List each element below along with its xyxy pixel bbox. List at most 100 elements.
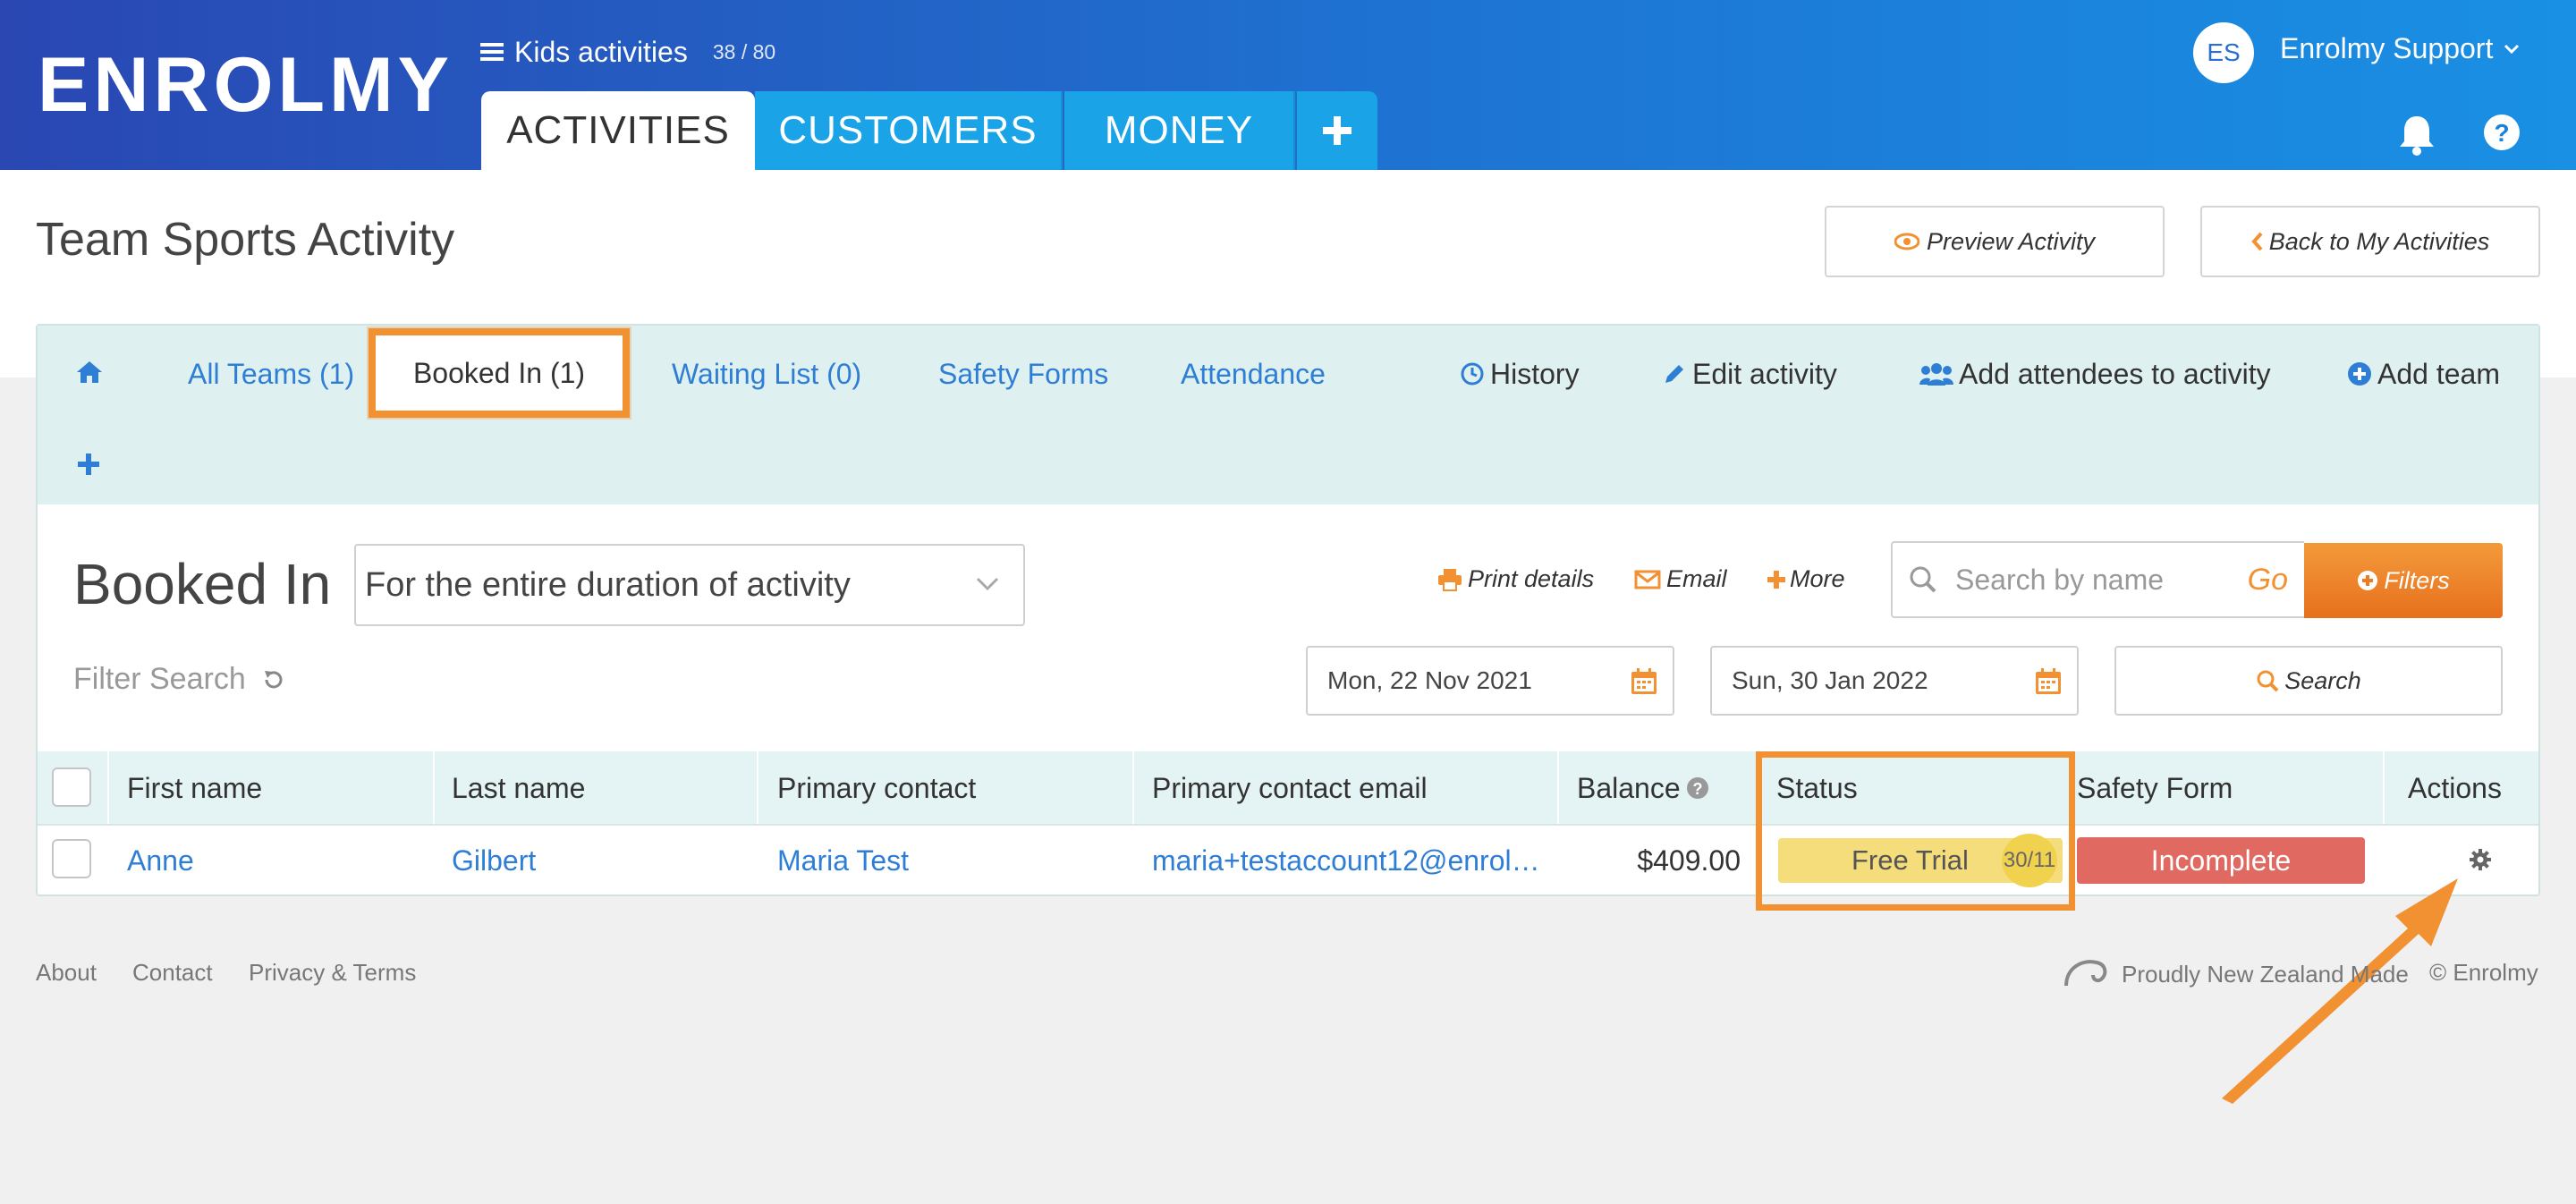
more-link[interactable]: More bbox=[1767, 565, 1845, 593]
column-divider bbox=[1132, 751, 1134, 825]
duration-selected-value: For the entire duration of activity bbox=[365, 565, 851, 604]
help-icon[interactable]: ? bbox=[2483, 114, 2521, 151]
user-name: Enrolmy Support bbox=[2280, 32, 2494, 64]
date-to-input[interactable]: Sun, 30 Jan 2022 bbox=[1710, 646, 2079, 716]
subnav-history[interactable]: History bbox=[1460, 356, 1580, 392]
help-icon[interactable]: ? bbox=[1686, 776, 1709, 800]
chevron-down-icon bbox=[976, 577, 999, 591]
enrolmy-logo[interactable]: ENROLMY bbox=[38, 47, 453, 123]
column-divider bbox=[433, 751, 435, 825]
users-icon bbox=[1919, 363, 1953, 386]
column-divider bbox=[2383, 751, 2385, 825]
eye-icon bbox=[1894, 233, 1919, 250]
subnav-add-button[interactable] bbox=[77, 453, 100, 476]
search-button[interactable]: Search bbox=[2114, 646, 2503, 716]
back-to-activities-button[interactable]: Back to My Activities bbox=[2200, 206, 2540, 277]
svg-text:?: ? bbox=[1692, 780, 1702, 798]
filters-label: Filters bbox=[2384, 566, 2450, 594]
footer-copyright: © Enrolmy bbox=[2429, 959, 2538, 986]
avatar[interactable]: ES bbox=[2193, 22, 2254, 83]
filters-button[interactable]: Filters bbox=[2304, 543, 2503, 618]
calendar-icon[interactable] bbox=[2034, 667, 2063, 696]
filter-search[interactable]: Filter Search bbox=[73, 662, 285, 697]
chevron-left-icon bbox=[2251, 232, 2263, 251]
column-header-last-name[interactable]: Last name bbox=[452, 751, 585, 825]
duration-select[interactable]: For the entire duration of activity bbox=[354, 544, 1025, 626]
subnav-safety-forms[interactable]: Safety Forms bbox=[938, 356, 1108, 392]
balance-value: $409.00 bbox=[1637, 844, 1741, 877]
subnav-edit-activity[interactable]: Edit activity bbox=[1662, 356, 1837, 392]
subnav-all-teams[interactable]: All Teams (1) bbox=[188, 356, 354, 392]
plus-icon bbox=[1767, 570, 1785, 589]
back-to-activities-label: Back to My Activities bbox=[2268, 227, 2490, 255]
footer-about-link[interactable]: About bbox=[36, 959, 97, 987]
home-icon[interactable] bbox=[75, 360, 104, 385]
subnav-attendance[interactable]: Attendance bbox=[1181, 356, 1326, 392]
status-column-highlight bbox=[1756, 751, 2075, 911]
primary-contact-link[interactable]: Maria Test bbox=[777, 841, 909, 880]
section-title: Booked In bbox=[73, 552, 332, 616]
balance-header-label: Balance bbox=[1577, 771, 1681, 804]
last-name-link[interactable]: Gilbert bbox=[452, 841, 536, 880]
svg-text:?: ? bbox=[2494, 119, 2509, 147]
plus-icon bbox=[1323, 116, 1352, 145]
calendar-icon[interactable] bbox=[1630, 667, 1658, 696]
account-switcher[interactable]: Kids activities 38 / 80 bbox=[480, 34, 775, 70]
column-header-safety-form[interactable]: Safety Form bbox=[2077, 751, 2233, 825]
subnav-waiting-list[interactable]: Waiting List (0) bbox=[672, 356, 861, 392]
preview-activity-label: Preview Activity bbox=[1926, 227, 2096, 255]
search-placeholder: Search by name bbox=[1955, 563, 2165, 596]
row-checkbox[interactable] bbox=[52, 839, 91, 878]
primary-contact-email-link[interactable]: maria+testaccount12@enrol… bbox=[1152, 841, 1540, 880]
envelope-icon bbox=[1634, 570, 1661, 589]
footer-contact-link[interactable]: Contact bbox=[132, 959, 213, 987]
clock-icon bbox=[1461, 362, 1484, 386]
column-header-primary-contact[interactable]: Primary contact bbox=[777, 751, 976, 825]
reset-icon[interactable] bbox=[262, 668, 285, 691]
add-tab-button[interactable] bbox=[1297, 91, 1377, 170]
plus-circle-icon bbox=[2358, 571, 2378, 590]
go-button[interactable]: Go bbox=[2248, 563, 2288, 598]
preview-activity-button[interactable]: Preview Activity bbox=[1825, 206, 2165, 277]
date-from-value: Mon, 22 Nov 2021 bbox=[1327, 666, 1532, 694]
tab-money[interactable]: MONEY bbox=[1064, 91, 1295, 170]
history-label: History bbox=[1490, 358, 1580, 390]
search-icon bbox=[1910, 566, 1936, 593]
tab-customers[interactable]: CUSTOMERS bbox=[755, 91, 1063, 170]
print-details-label: Print details bbox=[1468, 565, 1595, 592]
column-divider bbox=[1557, 751, 1559, 825]
email-link[interactable]: Email bbox=[1634, 565, 1727, 593]
bell-icon[interactable] bbox=[2397, 113, 2436, 156]
filter-search-label: Filter Search bbox=[73, 662, 246, 696]
gear-icon[interactable] bbox=[2469, 848, 2492, 871]
plus-circle-icon bbox=[2348, 362, 2371, 386]
first-name-link[interactable]: Anne bbox=[127, 841, 194, 880]
context-title: Kids activities bbox=[514, 35, 688, 68]
search-icon bbox=[2257, 670, 2279, 692]
more-label: More bbox=[1790, 565, 1845, 592]
hamburger-menu-icon[interactable] bbox=[480, 41, 504, 63]
subnav-booked-in[interactable]: Booked In (1) bbox=[369, 328, 630, 418]
column-divider bbox=[757, 751, 758, 825]
subnav-add-team[interactable]: Add team bbox=[2347, 356, 2500, 392]
tab-activities[interactable]: ACTIVITIES bbox=[481, 91, 755, 170]
email-label: Email bbox=[1666, 565, 1727, 592]
user-menu[interactable]: Enrolmy Support bbox=[2280, 32, 2520, 65]
page-title: Team Sports Activity bbox=[36, 214, 455, 266]
chevron-down-icon bbox=[2504, 44, 2520, 54]
context-count: 38 / 80 bbox=[712, 39, 776, 64]
date-to-value: Sun, 30 Jan 2022 bbox=[1732, 666, 1928, 694]
subnav-add-attendees[interactable]: Add attendees to activity bbox=[1919, 356, 2271, 392]
search-input[interactable]: Search by name Go bbox=[1891, 541, 2304, 618]
select-all-checkbox[interactable] bbox=[52, 767, 91, 807]
column-header-first-name[interactable]: First name bbox=[127, 751, 262, 825]
add-team-label: Add team bbox=[2377, 358, 2500, 390]
date-from-input[interactable]: Mon, 22 Nov 2021 bbox=[1306, 646, 1674, 716]
print-details-link[interactable]: Print details bbox=[1437, 565, 1594, 593]
column-header-primary-contact-email[interactable]: Primary contact email bbox=[1152, 751, 1428, 825]
column-header-balance[interactable]: Balance ? bbox=[1577, 751, 1709, 825]
footer-privacy-link[interactable]: Privacy & Terms bbox=[249, 959, 416, 987]
footer-made-in-text: Proudly New Zealand Made bbox=[2122, 961, 2409, 988]
add-attendees-label: Add attendees to activity bbox=[1959, 358, 2271, 390]
printer-icon bbox=[1438, 568, 1462, 591]
